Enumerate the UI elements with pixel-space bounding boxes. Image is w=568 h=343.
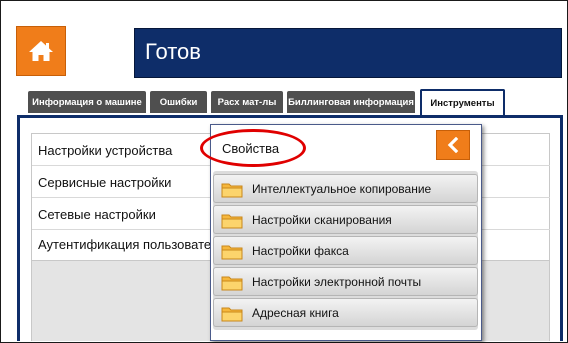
tab-machine-info[interactable]: Информация о машине (28, 91, 146, 113)
list-item-service-settings[interactable]: Сервисные настройки (38, 175, 171, 190)
folder-icon (221, 214, 243, 229)
popup-item-label: Настройки сканирования (252, 213, 392, 227)
tab-label: Инструменты (430, 98, 495, 109)
tab-label: Расх мат-лы (217, 96, 277, 108)
popup-item-address-book[interactable]: Адресная книга (213, 298, 478, 327)
list-item-device-settings[interactable]: Настройки устройства (38, 143, 172, 158)
home-button[interactable] (16, 26, 66, 76)
tab-label: Информация о машине (32, 96, 142, 108)
folder-icon (221, 245, 243, 260)
tab-label: Биллинговая информация (288, 96, 414, 108)
status-title-bar: Готов (134, 28, 562, 78)
popup-item-label: Интеллектуальное копирование (252, 182, 432, 196)
tab-errors[interactable]: Ошибки (150, 91, 207, 113)
folder-icon (221, 276, 243, 291)
tab-bar: Информация о машине Ошибки Расх мат-лы Б… (17, 89, 563, 116)
list-item-network-settings[interactable]: Сетевые настройки (38, 207, 156, 222)
highlight-ellipse (200, 129, 306, 167)
tab-billing[interactable]: Биллинговая информация (287, 91, 415, 113)
home-icon (29, 41, 53, 61)
list-item-user-authentication[interactable]: Аутентификация пользователя (38, 237, 225, 252)
popup-item-smart-copy[interactable]: Интеллектуальное копирование (213, 174, 478, 203)
popup-item-scan-settings[interactable]: Настройки сканирования (213, 205, 478, 234)
status-title: Готов (145, 39, 201, 64)
popup-item-email-settings[interactable]: Настройки электронной почты (213, 267, 478, 296)
back-button[interactable] (436, 130, 470, 160)
chevron-left-icon (447, 137, 459, 153)
folder-icon (221, 307, 243, 322)
tab-tools[interactable]: Инструменты (420, 89, 505, 116)
tab-label: Ошибки (159, 96, 198, 108)
popup-item-label: Адресная книга (252, 306, 339, 320)
folder-icon (221, 183, 243, 198)
popup-item-fax-settings[interactable]: Настройки факса (213, 236, 478, 265)
popup-item-label: Настройки факса (252, 244, 349, 258)
popup-item-label: Настройки электронной почты (252, 275, 422, 289)
tab-consumables[interactable]: Расх мат-лы (211, 91, 283, 113)
